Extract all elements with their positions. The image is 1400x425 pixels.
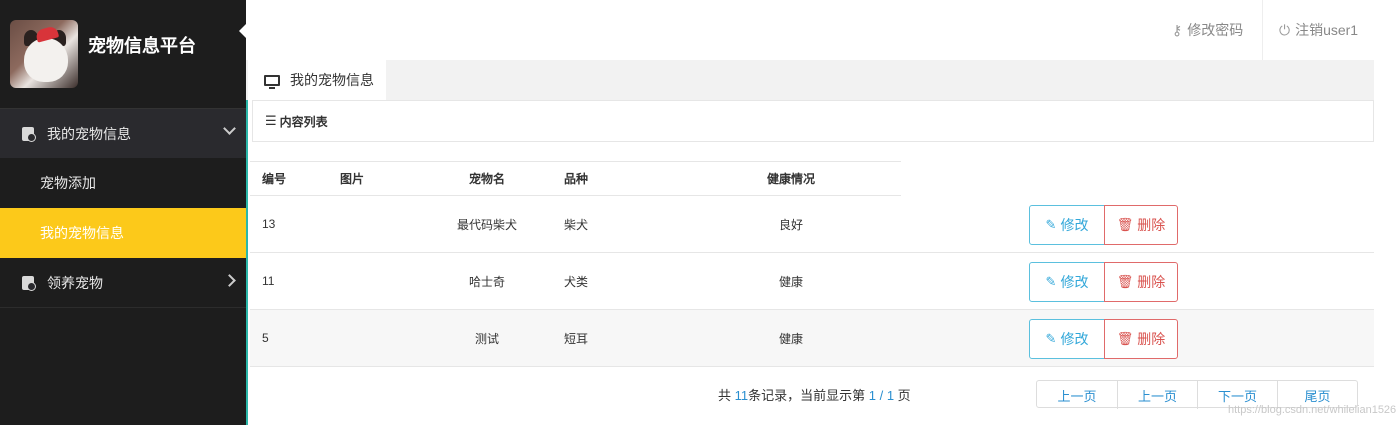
- avatar: [10, 20, 78, 88]
- tab-bar: 我的宠物信息: [246, 60, 1374, 100]
- panel-title: 内容列表: [279, 114, 328, 129]
- top-header: ⚷ 修改密码 ⏻ 注销user1: [246, 0, 1374, 60]
- sidebar-item-label: 我的宠物信息: [40, 225, 124, 241]
- pagination-suffix: 页: [894, 388, 911, 403]
- change-password-label: 修改密码: [1187, 22, 1244, 38]
- edit-icon: ✎: [1045, 331, 1057, 346]
- cell-image: [328, 309, 428, 367]
- chevron-right-icon: [223, 274, 236, 287]
- current-page: 1 / 1: [868, 388, 895, 403]
- cell-name: 测试: [428, 309, 546, 367]
- delete-button[interactable]: 🗑 删除: [1104, 319, 1178, 359]
- power-icon: ⏻: [1279, 21, 1291, 38]
- collapse-arrow-icon[interactable]: [239, 24, 246, 38]
- cell-health: 健康: [681, 252, 901, 310]
- sidebar: 宠物信息平台 我的宠物信息 宠物添加 我的宠物信息 领养宠物: [0, 0, 246, 425]
- table-row: 11 哈士奇 犬类 健康 ✎ 修改 🗑 删除: [250, 252, 1374, 310]
- cell-actions: ✎ 修改 🗑 删除: [901, 195, 1374, 253]
- edit-button[interactable]: ✎ 修改: [1029, 319, 1105, 359]
- delete-button[interactable]: 🗑 删除: [1104, 262, 1178, 302]
- cell-image: [328, 252, 428, 310]
- sidebar-item-my-pets[interactable]: 我的宠物信息: [0, 108, 246, 158]
- column-header-actions: [901, 162, 1374, 196]
- monitor-icon: [264, 74, 280, 89]
- panel-header: ☰ 内容列表: [252, 100, 1374, 142]
- edit-label: 修改: [1060, 216, 1089, 233]
- table-row: 13 最代码柴犬 柴犬 良好 ✎ 修改 🗑 删除: [250, 195, 1374, 253]
- cell-breed: 柴犬: [546, 195, 681, 253]
- pagination-info: 共 11条记录，当前显示第 1 / 1 页: [718, 385, 911, 404]
- cell-actions: ✎ 修改 🗑 删除: [901, 252, 1374, 310]
- tab-label: 我的宠物信息: [290, 72, 374, 88]
- trash-icon: 🗑: [1116, 216, 1134, 232]
- edit-label: 修改: [1060, 274, 1089, 290]
- trash-icon: 🗑: [1116, 331, 1134, 346]
- column-header-image: 图片: [328, 161, 428, 196]
- cell-health: 健康: [681, 309, 901, 367]
- cell-image: [328, 195, 428, 253]
- page-first-button[interactable]: 上一页: [1037, 381, 1117, 409]
- page-gutter: [1374, 0, 1400, 425]
- trash-icon: 🗑: [1116, 274, 1134, 289]
- edit-label: 修改: [1060, 331, 1089, 347]
- edit-icon: ✎: [1045, 274, 1057, 289]
- brand: 宠物信息平台: [0, 0, 246, 108]
- sidebar-item-label: 宠物添加: [40, 175, 96, 191]
- key-icon: ⚷: [1172, 21, 1183, 38]
- sidebar-item-pet-add[interactable]: 宠物添加: [0, 158, 246, 208]
- delete-button[interactable]: 🗑 删除: [1104, 204, 1178, 245]
- cell-health: 良好: [681, 195, 901, 253]
- pagination-middle: 条记录，当前显示第: [748, 388, 869, 403]
- cell-id: 5: [250, 309, 328, 367]
- pet-record-icon: [22, 126, 36, 142]
- cell-breed: 犬类: [546, 252, 681, 310]
- cell-breed: 短耳: [546, 309, 681, 367]
- sidebar-item-my-pet-info[interactable]: 我的宠物信息: [0, 208, 246, 258]
- column-header-name: 宠物名: [428, 161, 546, 196]
- brand-title: 宠物信息平台: [88, 36, 196, 56]
- record-count: 11: [734, 388, 749, 403]
- page-prev-button[interactable]: 上一页: [1117, 381, 1197, 409]
- column-header-health: 健康情况: [681, 161, 901, 196]
- table-row: 5 测试 短耳 健康 ✎ 修改 🗑 删除: [250, 309, 1374, 367]
- logout-label: 注销user1: [1295, 22, 1359, 38]
- pet-record-icon: [22, 275, 36, 291]
- sidebar-item-label: 领养宠物: [47, 274, 103, 291]
- list-icon: ☰: [265, 113, 277, 128]
- delete-label: 删除: [1137, 216, 1166, 233]
- tab-my-pet-info[interactable]: 我的宠物信息: [248, 60, 386, 100]
- cell-actions: ✎ 修改 🗑 删除: [901, 309, 1374, 367]
- chevron-down-icon: [223, 122, 236, 135]
- cell-id: 11: [250, 252, 328, 310]
- cell-name: 哈士奇: [428, 252, 546, 310]
- sidebar-item-label: 我的宠物信息: [47, 125, 131, 142]
- pet-table: 编号 图片 宠物名 品种 健康情况 13 最代码柴犬 柴犬 良好 ✎ 修改 🗑 …: [250, 161, 1374, 367]
- edit-button[interactable]: ✎ 修改: [1029, 204, 1105, 245]
- cell-name: 最代码柴犬: [428, 195, 546, 253]
- logout-button[interactable]: ⏻ 注销user1: [1262, 0, 1358, 60]
- pagination-prefix: 共: [718, 388, 735, 403]
- edit-button[interactable]: ✎ 修改: [1029, 262, 1105, 302]
- column-header-breed: 品种: [546, 161, 681, 196]
- edit-icon: ✎: [1045, 216, 1057, 232]
- table-header-row: 编号 图片 宠物名 品种 健康情况: [250, 161, 1374, 196]
- column-header-id: 编号: [250, 161, 328, 196]
- main-content: ☰ 内容列表 编号 图片 宠物名 品种 健康情况 13 最代码柴犬 柴犬 良好: [246, 100, 1374, 425]
- delete-label: 删除: [1137, 274, 1166, 290]
- sidebar-item-adopt[interactable]: 领养宠物: [0, 258, 246, 308]
- delete-label: 删除: [1137, 331, 1166, 347]
- watermark: https://blog.csdn.net/whilelian1526: [1228, 404, 1397, 416]
- cell-id: 13: [250, 195, 328, 253]
- change-password-button[interactable]: ⚷ 修改密码: [1172, 0, 1243, 60]
